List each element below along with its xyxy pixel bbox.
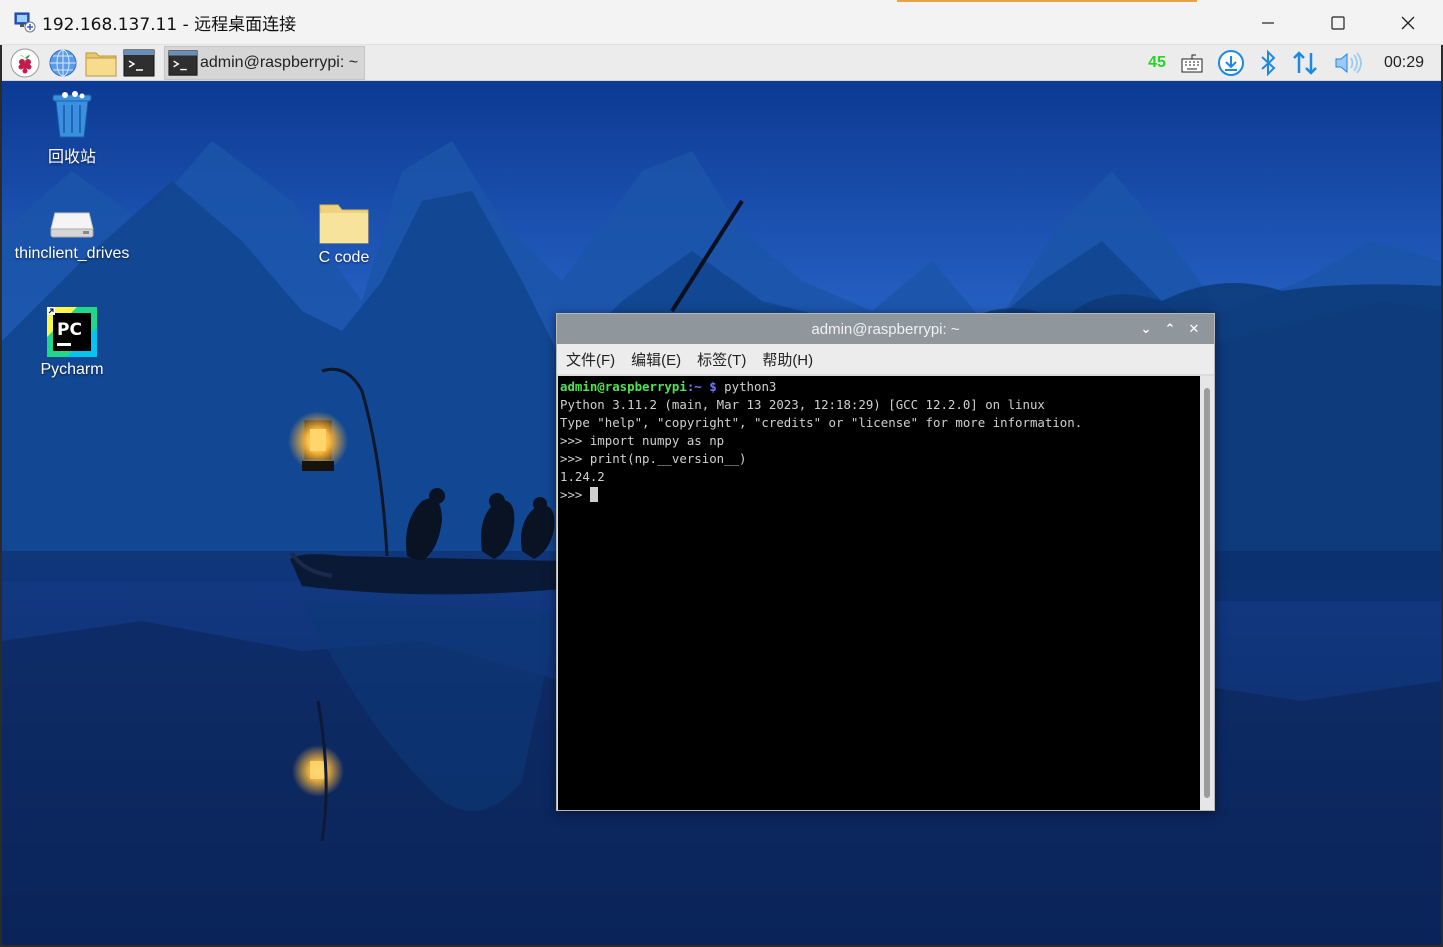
- terminal-icon: [123, 49, 155, 76]
- output-line: Type "help", "copyright", "credits" or "…: [560, 415, 1083, 430]
- scrollbar-thumb[interactable]: [1204, 388, 1210, 798]
- pycharm-icon: PC: [47, 307, 97, 357]
- system-tray: 45 00:29: [1148, 45, 1441, 81]
- terminal-menu-bar: 文件(F) 编辑(E) 标签(T) 帮助(H): [557, 344, 1214, 374]
- window-title: 192.168.137.11 - 远程桌面连接: [42, 14, 297, 35]
- terminal-title-bar[interactable]: admin@raspberrypi: ~ ⌄ ⌃ ✕: [557, 314, 1214, 344]
- terminal-output[interactable]: admin@raspberrypi:~ $ python3 Python 3.1…: [558, 376, 1200, 810]
- output-line: 1.24.2: [560, 469, 605, 484]
- prompt-separator: :~: [686, 379, 710, 394]
- terminal-window: admin@raspberrypi: ~ ⌄ ⌃ ✕ 文件(F) 编辑(E) 标…: [556, 313, 1215, 811]
- volume-icon: [1335, 52, 1362, 74]
- menu-file[interactable]: 文件(F): [566, 349, 615, 370]
- web-browser-button[interactable]: [46, 47, 80, 79]
- terminal-icon: [168, 49, 198, 76]
- svg-text:PC: PC: [57, 320, 82, 340]
- accent-stripe: [897, 0, 1197, 2]
- folder-icon: [319, 204, 369, 244]
- trash-icon: [52, 91, 92, 138]
- drive-icon: [50, 212, 94, 238]
- close-icon[interactable]: ✕: [1182, 321, 1206, 337]
- bluetooth-button[interactable]: [1259, 49, 1277, 77]
- desktop-icon-c-code[interactable]: C code: [279, 201, 409, 267]
- raspberry-menu-icon: [10, 48, 40, 77]
- keyboard-button[interactable]: [1181, 53, 1203, 73]
- minimize-icon[interactable]: ⌄: [1134, 321, 1158, 337]
- desktop-icon-thinclient-drives[interactable]: thinclient_drives: [7, 207, 137, 263]
- rdp-title-bar: 192.168.137.11 - 远程桌面连接: [0, 0, 1443, 45]
- bluetooth-icon: [1261, 49, 1276, 77]
- terminal-scrollbar[interactable]: [1200, 376, 1214, 810]
- raspberry-menu-button[interactable]: [8, 47, 42, 79]
- text-cursor: [589, 487, 598, 502]
- terminal-launcher-button[interactable]: [122, 47, 156, 79]
- clock[interactable]: 00:29: [1384, 54, 1424, 72]
- output-line: >>> import numpy as np: [560, 433, 725, 448]
- network-button[interactable]: [1291, 49, 1319, 77]
- maximize-icon: [1331, 15, 1345, 30]
- cpu-usage[interactable]: 45: [1148, 54, 1166, 72]
- menu-edit[interactable]: 编辑(E): [631, 349, 681, 370]
- file-manager-button[interactable]: [84, 47, 118, 79]
- close-icon: [1401, 16, 1415, 29]
- terminal-title: admin@raspberrypi: ~: [811, 320, 960, 338]
- command-text: python3: [716, 379, 777, 394]
- web-browser-icon: [49, 49, 77, 76]
- task-label: admin@raspberrypi: ~: [200, 53, 359, 71]
- download-icon: [1217, 50, 1244, 76]
- desktop-icon-label: 回收站: [47, 149, 96, 166]
- close-button[interactable]: [1373, 0, 1443, 45]
- volume-button[interactable]: [1333, 50, 1363, 76]
- desktop-icon-trash[interactable]: 回收站: [7, 89, 137, 167]
- prompt-user: admin@raspberrypi: [560, 379, 687, 394]
- taskbar-terminal-task[interactable]: admin@raspberrypi: ~: [164, 45, 366, 80]
- output-line: >>> print(np.__version__): [560, 451, 747, 466]
- desktop-icon-label: Pycharm: [40, 361, 104, 378]
- maximize-button[interactable]: [1303, 0, 1373, 45]
- menu-tabs[interactable]: 标签(T): [697, 349, 746, 370]
- current-prompt: >>>: [560, 487, 590, 502]
- raspberry-taskbar: admin@raspberrypi: ~ 45 00:29: [2, 45, 1441, 81]
- network-icon: [1293, 51, 1317, 75]
- desktop-icon-pycharm[interactable]: PC Pycharm: [7, 307, 137, 379]
- menu-help[interactable]: 帮助(H): [762, 349, 813, 370]
- desktop-icon-label: thinclient_drives: [14, 245, 130, 262]
- output-line: Python 3.11.2 (main, Mar 13 2023, 12:18:…: [560, 397, 1045, 412]
- remote-desktop-icon: [14, 12, 36, 33]
- keyboard-icon: [1181, 54, 1203, 73]
- minimize-icon: [1262, 21, 1274, 24]
- desktop-icon-label: C code: [318, 249, 370, 266]
- maximize-icon[interactable]: ⌃: [1158, 321, 1182, 337]
- prompt-symbol: $: [709, 379, 717, 394]
- minimize-button[interactable]: [1233, 0, 1303, 45]
- file-manager-icon: [85, 52, 117, 76]
- download-button[interactable]: [1217, 49, 1245, 77]
